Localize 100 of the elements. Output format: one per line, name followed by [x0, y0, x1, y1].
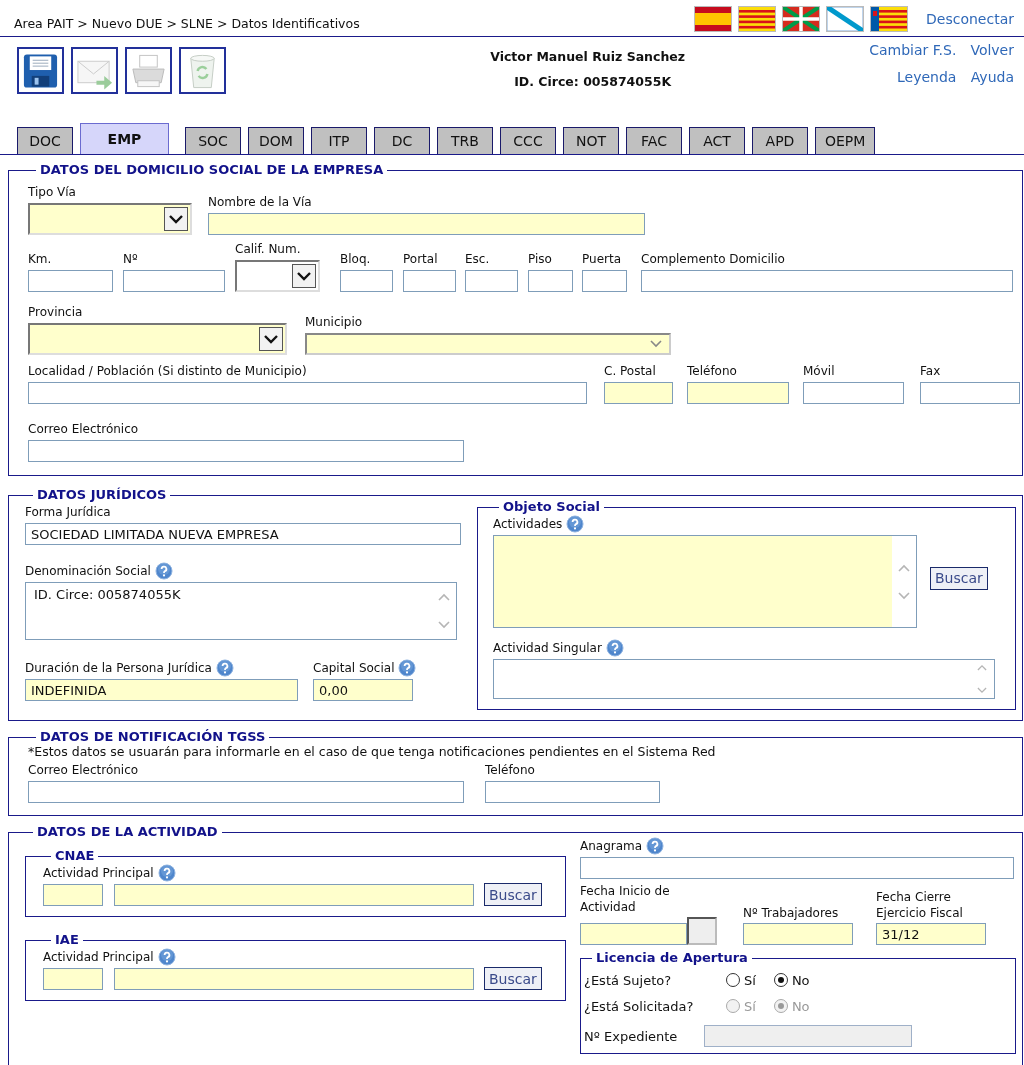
search-button[interactable]: Buscar: [484, 883, 542, 906]
nav-link[interactable]: Cambiar F.S.: [869, 42, 957, 58]
tab[interactable]: TRB: [437, 127, 493, 154]
radio-button[interactable]: [773, 973, 788, 987]
input-field[interactable]: [43, 968, 103, 990]
flag-icon[interactable]: [738, 6, 777, 32]
tab[interactable]: CCC: [500, 127, 556, 154]
tab[interactable]: APD: [752, 127, 808, 154]
input-field[interactable]: [582, 270, 627, 292]
date-picker-button[interactable]: [687, 917, 717, 945]
section-title: Licencia de Apertura: [595, 951, 749, 965]
input-field[interactable]: [28, 270, 113, 292]
dropdown-field[interactable]: [28, 203, 192, 235]
text-area[interactable]: [493, 659, 995, 699]
section-title: DATOS DEL DOMICILIO SOCIAL DE LA EMPRESA: [39, 163, 385, 177]
input-field[interactable]: [641, 270, 1013, 292]
input-field[interactable]: [340, 270, 393, 292]
tab[interactable]: SOC: [185, 127, 241, 154]
input-field[interactable]: [28, 382, 587, 404]
caret-icon: [649, 339, 663, 349]
field-label: ¿Está Solicitada?: [584, 998, 695, 1014]
input-field[interactable]: [743, 923, 853, 945]
input-field[interactable]: [920, 382, 1020, 404]
field-label: Portal: [403, 251, 438, 266]
dropdown-field[interactable]: [235, 260, 320, 292]
tab[interactable]: DOM: [248, 127, 304, 154]
flag-icon[interactable]: [826, 6, 865, 32]
tab[interactable]: DOC: [17, 127, 73, 154]
input-field[interactable]: [403, 270, 456, 292]
field-label: Duración de la Persona Jurídica: [25, 660, 212, 675]
input-field[interactable]: 0,00: [313, 679, 413, 701]
help-icon[interactable]: [605, 638, 624, 657]
help-icon[interactable]: [646, 836, 665, 855]
field-label: Fecha Inicio de Actividad: [580, 883, 671, 915]
logout-link[interactable]: Desconectar: [926, 11, 1014, 27]
flag-icon[interactable]: [694, 6, 733, 32]
save-button[interactable]: [17, 47, 64, 94]
input-field[interactable]: [687, 382, 789, 404]
field-label: Nº: [123, 251, 138, 266]
input-field[interactable]: [604, 382, 673, 404]
tab[interactable]: OEPM: [815, 127, 876, 154]
field-label: C. Postal: [604, 363, 656, 378]
input-field[interactable]: 31/12: [876, 923, 986, 945]
input-field[interactable]: [465, 270, 518, 292]
field-label: Fax: [920, 363, 941, 378]
help-icon[interactable]: [566, 514, 585, 533]
flag-icon[interactable]: [782, 6, 821, 32]
tab[interactable]: ACT: [689, 127, 745, 154]
input-field[interactable]: [803, 382, 904, 404]
field-label: Puerta: [582, 251, 621, 266]
section-title: DATOS DE LA ACTIVIDAD: [36, 825, 219, 839]
section-title: Objeto Social: [502, 500, 601, 514]
tab[interactable]: EMP: [80, 123, 169, 154]
dropdown-field[interactable]: [28, 323, 287, 355]
field-label: Actividad Principal: [43, 865, 154, 880]
input-field[interactable]: [114, 884, 474, 906]
tab[interactable]: FAC: [626, 127, 682, 154]
input-field[interactable]: SOCIEDAD LIMITADA NUEVA EMPRESA: [25, 523, 461, 545]
field-label: Complemento Domicilio: [641, 251, 785, 266]
input-field[interactable]: [580, 923, 687, 945]
radio-button[interactable]: [726, 973, 740, 987]
text-area[interactable]: ID. Circe: 005874055K: [25, 582, 457, 640]
tab[interactable]: ITP: [311, 127, 367, 154]
input-field[interactable]: [208, 213, 645, 235]
input-field[interactable]: [123, 270, 225, 292]
field-label: Teléfono: [687, 363, 737, 378]
input-field[interactable]: [43, 884, 103, 906]
nav-link[interactable]: Volver: [970, 42, 1014, 58]
tab[interactable]: NOT: [563, 127, 619, 154]
help-icon[interactable]: [398, 658, 417, 677]
nav-link[interactable]: Leyenda: [897, 69, 957, 85]
field-label: ¿Está Sujeto?: [584, 972, 673, 988]
input-field[interactable]: INDEFINIDA: [25, 679, 298, 701]
field-label: Anagrama: [580, 838, 643, 853]
input-field[interactable]: [28, 781, 464, 803]
help-icon[interactable]: [215, 658, 234, 677]
search-button[interactable]: Buscar: [484, 967, 542, 990]
field-label: Localidad / Población (Si distinto de Municipio): [28, 363, 307, 378]
text-area[interactable]: [493, 535, 917, 628]
field-label: Calif. Num.: [235, 241, 301, 256]
field-label: Fecha Cierre Ejercicio Fiscal: [876, 889, 964, 921]
field-label: Forma Jurídica: [25, 504, 111, 519]
field-label: Nombre de la Vía: [208, 194, 312, 209]
note-text: *Estos datos se usuarán para informarle en el caso de que tenga notificaciones pendientes en el Sistema Red: [28, 744, 717, 759]
field-label: Teléfono: [485, 762, 535, 777]
input-field[interactable]: [28, 440, 464, 462]
field-label: Esc.: [465, 251, 490, 266]
help-icon[interactable]: [157, 863, 176, 882]
input-field[interactable]: [485, 781, 660, 803]
input-field[interactable]: [114, 968, 474, 990]
help-icon[interactable]: [154, 561, 173, 580]
user-id: ID. Circe: 005874055K: [513, 74, 673, 89]
field-label: Móvil: [803, 363, 835, 378]
input-field[interactable]: [580, 857, 1014, 879]
flag-icon[interactable]: [870, 6, 909, 32]
search-button[interactable]: Buscar: [930, 566, 988, 590]
help-icon[interactable]: [157, 947, 176, 966]
nav-link[interactable]: Ayuda: [970, 69, 1014, 85]
input-field[interactable]: [528, 270, 573, 292]
tab[interactable]: DC: [374, 127, 430, 154]
